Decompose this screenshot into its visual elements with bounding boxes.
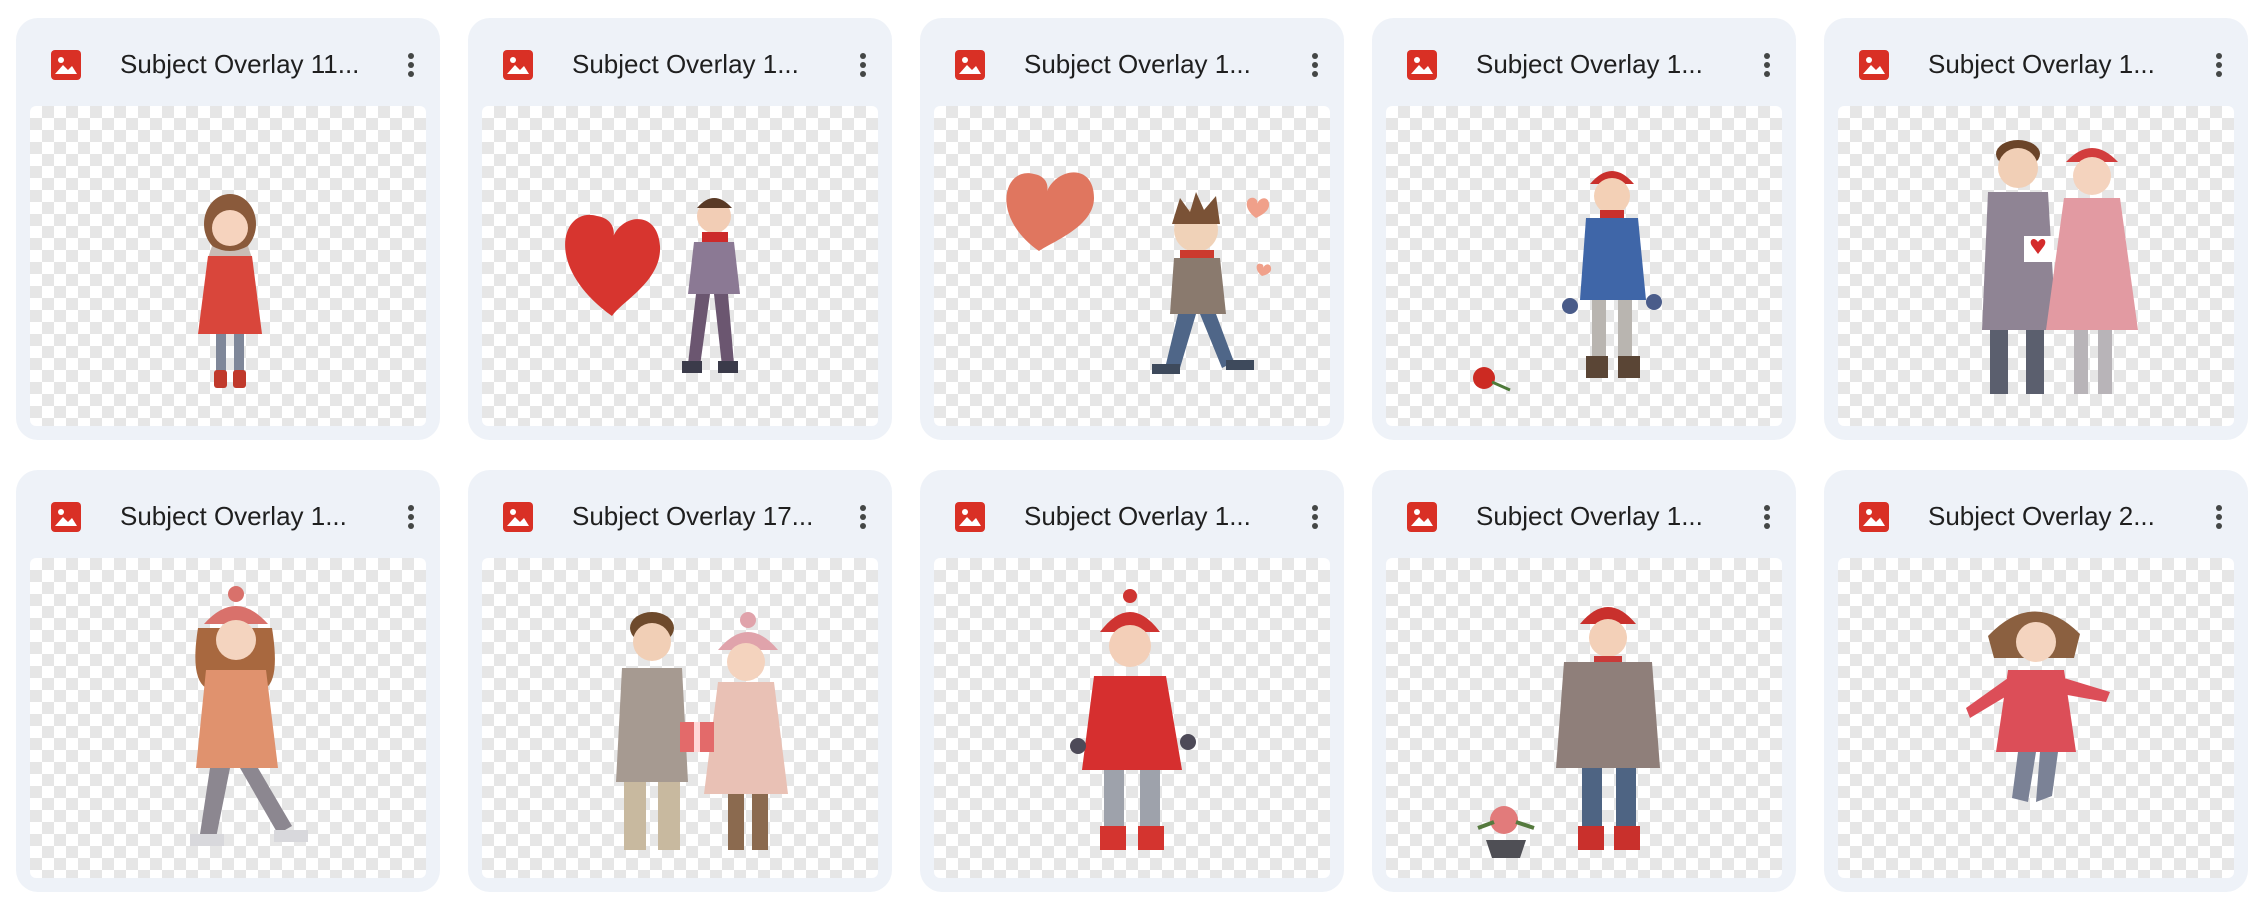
file-thumbnail[interactable] <box>934 106 1330 426</box>
file-title: Subject Overlay 1... <box>572 49 799 79</box>
file-card-header: Subject Overlay 1... <box>1824 18 2248 104</box>
file-card[interactable]: Subject Overlay 1... <box>16 470 440 892</box>
image-file-icon <box>1859 502 1889 532</box>
image-file-icon <box>955 50 985 80</box>
image-file-icon <box>955 502 985 532</box>
file-card[interactable]: Subject Overlay 1... <box>1372 470 1796 892</box>
girl-jumping-illustration <box>1966 611 2110 802</box>
image-file-icon <box>1859 50 1889 80</box>
image-file-icon <box>503 50 533 80</box>
file-title: Subject Overlay 1... <box>1024 49 1251 79</box>
file-card-header: Subject Overlay 1... <box>1372 18 1796 104</box>
file-card[interactable]: Subject Overlay 1... <box>1824 18 2248 440</box>
file-card-header: Subject Overlay 17... <box>468 470 892 556</box>
more-vert-icon[interactable] <box>2202 500 2236 534</box>
file-card-header: Subject Overlay 1... <box>920 18 1344 104</box>
file-card[interactable]: Subject Overlay 1... <box>920 470 1344 892</box>
file-title: Subject Overlay 1... <box>1928 49 2155 79</box>
file-title: Subject Overlay 1... <box>1024 501 1251 531</box>
file-card[interactable]: Subject Overlay 2... <box>1824 470 2248 892</box>
file-thumbnail[interactable] <box>934 558 1330 878</box>
more-vert-icon[interactable] <box>1750 500 1784 534</box>
image-file-icon <box>51 502 81 532</box>
file-card[interactable]: Subject Overlay 1... <box>920 18 1344 440</box>
more-vert-icon[interactable] <box>2202 48 2236 82</box>
image-file-icon <box>503 502 533 532</box>
file-card-header: Subject Overlay 2... <box>1824 470 2248 556</box>
file-thumbnail[interactable] <box>1386 106 1782 426</box>
file-title: Subject Overlay 11... <box>120 49 360 79</box>
file-title: Subject Overlay 17... <box>572 501 814 531</box>
image-file-icon <box>1407 502 1437 532</box>
more-vert-icon[interactable] <box>394 48 428 82</box>
file-card[interactable]: Subject Overlay 17... <box>468 470 892 892</box>
file-title: Subject Overlay 1... <box>1476 49 1703 79</box>
boy-blue-jacket-rose-illustration <box>1473 171 1662 392</box>
file-title: Subject Overlay 1... <box>120 501 347 531</box>
more-vert-icon[interactable] <box>846 500 880 534</box>
boy-scarf-roses-illustration <box>1477 607 1660 858</box>
file-thumbnail[interactable] <box>1838 558 2234 878</box>
file-thumbnail[interactable] <box>1386 558 1782 878</box>
girl-skating-hat-illustration <box>190 586 308 846</box>
file-thumbnail[interactable] <box>482 558 878 878</box>
girl-red-coat-illustration <box>198 194 262 388</box>
image-file-icon <box>1407 50 1437 80</box>
file-thumbnail[interactable] <box>30 558 426 878</box>
file-thumbnail[interactable] <box>1838 106 2234 426</box>
file-grid: Subject Overlay 11... Subject Overlay 1.… <box>0 0 2264 898</box>
file-card-header: Subject Overlay 1... <box>16 470 440 556</box>
file-card[interactable]: Subject Overlay 1... <box>1372 18 1796 440</box>
file-card[interactable]: Subject Overlay 1... <box>468 18 892 440</box>
more-vert-icon[interactable] <box>1298 500 1332 534</box>
boy-skating-heart-illustration <box>565 198 740 373</box>
more-vert-icon[interactable] <box>394 500 428 534</box>
image-file-icon <box>51 50 81 80</box>
file-card[interactable]: Subject Overlay 11... <box>16 18 440 440</box>
couple-gift-illustration <box>1982 140 2138 394</box>
couple-exchange-gift-illustration <box>616 612 788 850</box>
file-thumbnail[interactable] <box>482 106 878 426</box>
more-vert-icon[interactable] <box>1298 48 1332 82</box>
file-thumbnail[interactable] <box>30 106 426 426</box>
file-card-header: Subject Overlay 1... <box>920 470 1344 556</box>
kid-red-jacket-illustration <box>1070 589 1196 850</box>
file-card-header: Subject Overlay 11... <box>16 18 440 104</box>
file-title: Subject Overlay 2... <box>1928 501 2155 531</box>
file-title: Subject Overlay 1... <box>1476 501 1703 531</box>
more-vert-icon[interactable] <box>1750 48 1784 82</box>
boy-skating-hearts-illustration <box>1006 172 1272 374</box>
file-card-header: Subject Overlay 1... <box>468 18 892 104</box>
file-card-header: Subject Overlay 1... <box>1372 470 1796 556</box>
more-vert-icon[interactable] <box>846 48 880 82</box>
